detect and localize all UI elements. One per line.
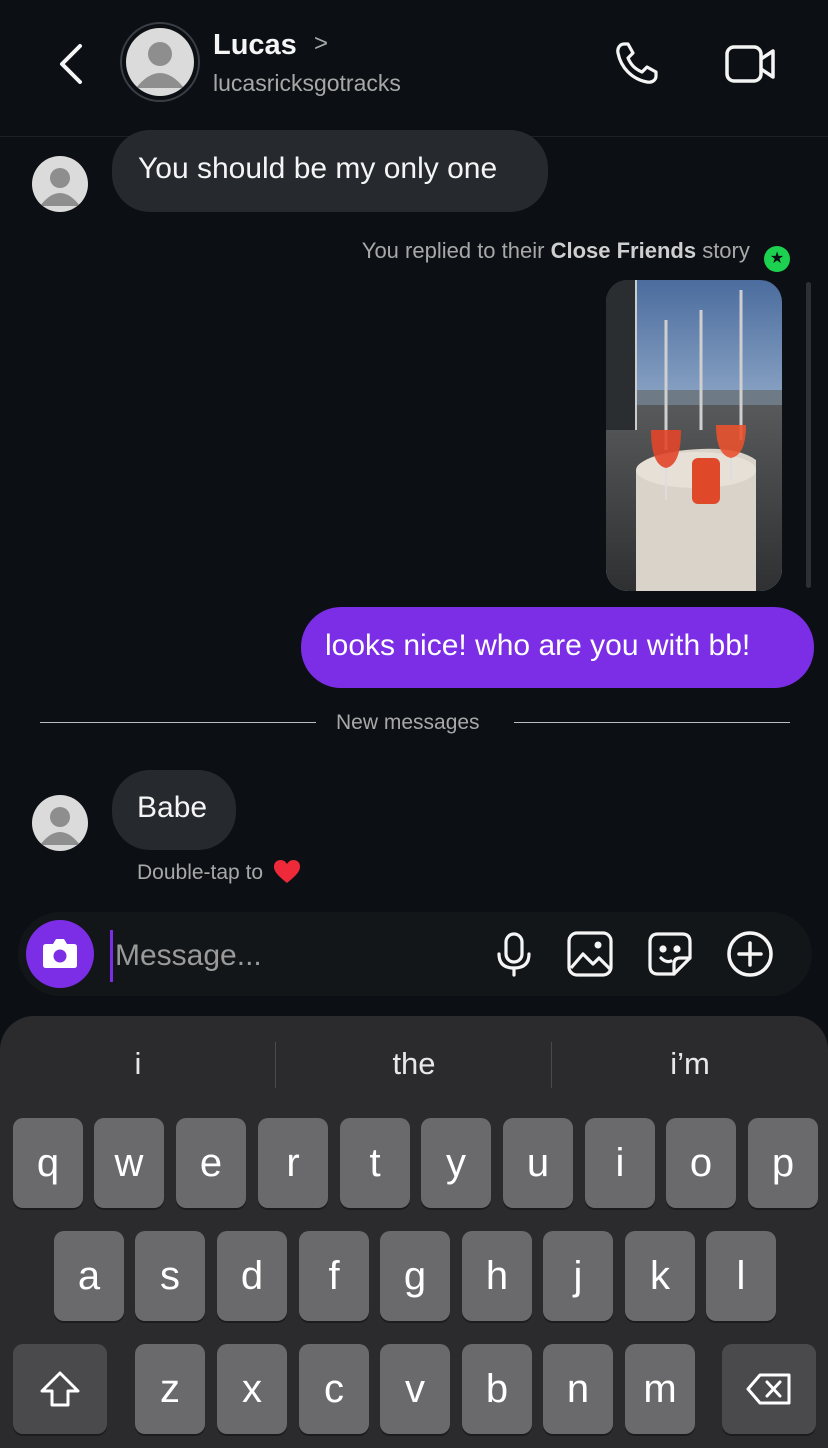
sender-avatar[interactable] <box>32 156 88 212</box>
key-n[interactable]: n <box>543 1344 613 1434</box>
key-k[interactable]: k <box>625 1231 695 1321</box>
outgoing-message-bubble[interactable]: looks nice! who are you with bb! <box>301 607 814 688</box>
key-e[interactable]: e <box>176 1118 246 1208</box>
camera-button[interactable] <box>26 920 94 988</box>
key-b[interactable]: b <box>462 1344 532 1434</box>
reply-note-bold: Close Friends <box>550 238 697 263</box>
default-avatar-icon <box>40 168 80 206</box>
key-l[interactable]: l <box>706 1231 776 1321</box>
shift-icon <box>40 1371 80 1407</box>
voice-message-button[interactable] <box>490 930 538 978</box>
incoming-message-bubble[interactable]: You should be my only one <box>112 130 548 212</box>
story-thumbnail[interactable] <box>606 280 782 591</box>
video-call-button[interactable] <box>722 38 778 90</box>
suggestion-3[interactable]: i’m <box>552 1046 828 1082</box>
key-v[interactable]: v <box>380 1344 450 1434</box>
shift-key[interactable] <box>13 1344 107 1434</box>
key-x[interactable]: x <box>217 1344 287 1434</box>
key-h[interactable]: h <box>462 1231 532 1321</box>
suggestion-1[interactable]: i <box>0 1046 276 1082</box>
backspace-icon <box>746 1373 791 1405</box>
phone-icon <box>616 42 658 84</box>
story-reply-note: You replied to their Close Friends story… <box>362 238 790 272</box>
default-avatar-icon <box>40 807 80 845</box>
gallery-button[interactable] <box>566 930 614 978</box>
contact-username[interactable]: lucasricksgotracks <box>213 70 401 97</box>
back-button[interactable] <box>50 40 94 88</box>
more-options-button[interactable] <box>726 930 774 978</box>
call-button[interactable] <box>610 38 662 90</box>
chevron-left-icon <box>60 44 82 84</box>
key-r[interactable]: r <box>258 1118 328 1208</box>
message-input[interactable] <box>110 930 477 982</box>
plus-circle-icon <box>727 931 773 977</box>
incoming-message-bubble[interactable]: Babe <box>112 770 236 850</box>
close-friends-star-icon: ★ <box>764 246 790 272</box>
divider-right <box>514 722 790 723</box>
reply-note-suffix: story <box>702 238 750 263</box>
contact-name[interactable]: Lucas <box>213 29 297 62</box>
chevron-right-icon[interactable]: > <box>314 30 328 58</box>
microphone-icon <box>497 932 531 977</box>
default-avatar-icon <box>136 42 184 88</box>
suggestion-2[interactable]: the <box>276 1046 552 1082</box>
reply-note-prefix: You replied to their <box>361 238 545 263</box>
key-s[interactable]: s <box>135 1231 205 1321</box>
double-tap-hint: Double-tap to <box>137 859 301 885</box>
key-d[interactable]: d <box>217 1231 287 1321</box>
key-t[interactable]: t <box>340 1118 410 1208</box>
key-q[interactable]: q <box>13 1118 83 1208</box>
delete-key[interactable] <box>722 1344 816 1434</box>
double-tap-label: Double-tap to <box>137 861 264 884</box>
key-u[interactable]: u <box>503 1118 573 1208</box>
key-o[interactable]: o <box>666 1118 736 1208</box>
key-f[interactable]: f <box>299 1231 369 1321</box>
sticker-icon <box>648 932 692 976</box>
sticker-button[interactable] <box>646 930 694 978</box>
key-z[interactable]: z <box>135 1344 205 1434</box>
heart-icon <box>273 860 300 883</box>
key-p[interactable]: p <box>748 1118 818 1208</box>
key-a[interactable]: a <box>54 1231 124 1321</box>
key-j[interactable]: j <box>543 1231 613 1321</box>
key-c[interactable]: c <box>299 1344 369 1434</box>
new-messages-label: New messages <box>336 711 480 734</box>
scrollbar[interactable] <box>806 282 811 588</box>
video-camera-icon <box>725 45 775 83</box>
key-m[interactable]: m <box>625 1344 695 1434</box>
image-icon <box>567 931 613 977</box>
key-i[interactable]: i <box>585 1118 655 1208</box>
key-w[interactable]: w <box>94 1118 164 1208</box>
contact-avatar[interactable] <box>126 28 194 96</box>
sender-avatar[interactable] <box>32 795 88 851</box>
divider-left <box>40 722 316 723</box>
camera-icon <box>43 939 77 968</box>
key-y[interactable]: y <box>421 1118 491 1208</box>
key-g[interactable]: g <box>380 1231 450 1321</box>
